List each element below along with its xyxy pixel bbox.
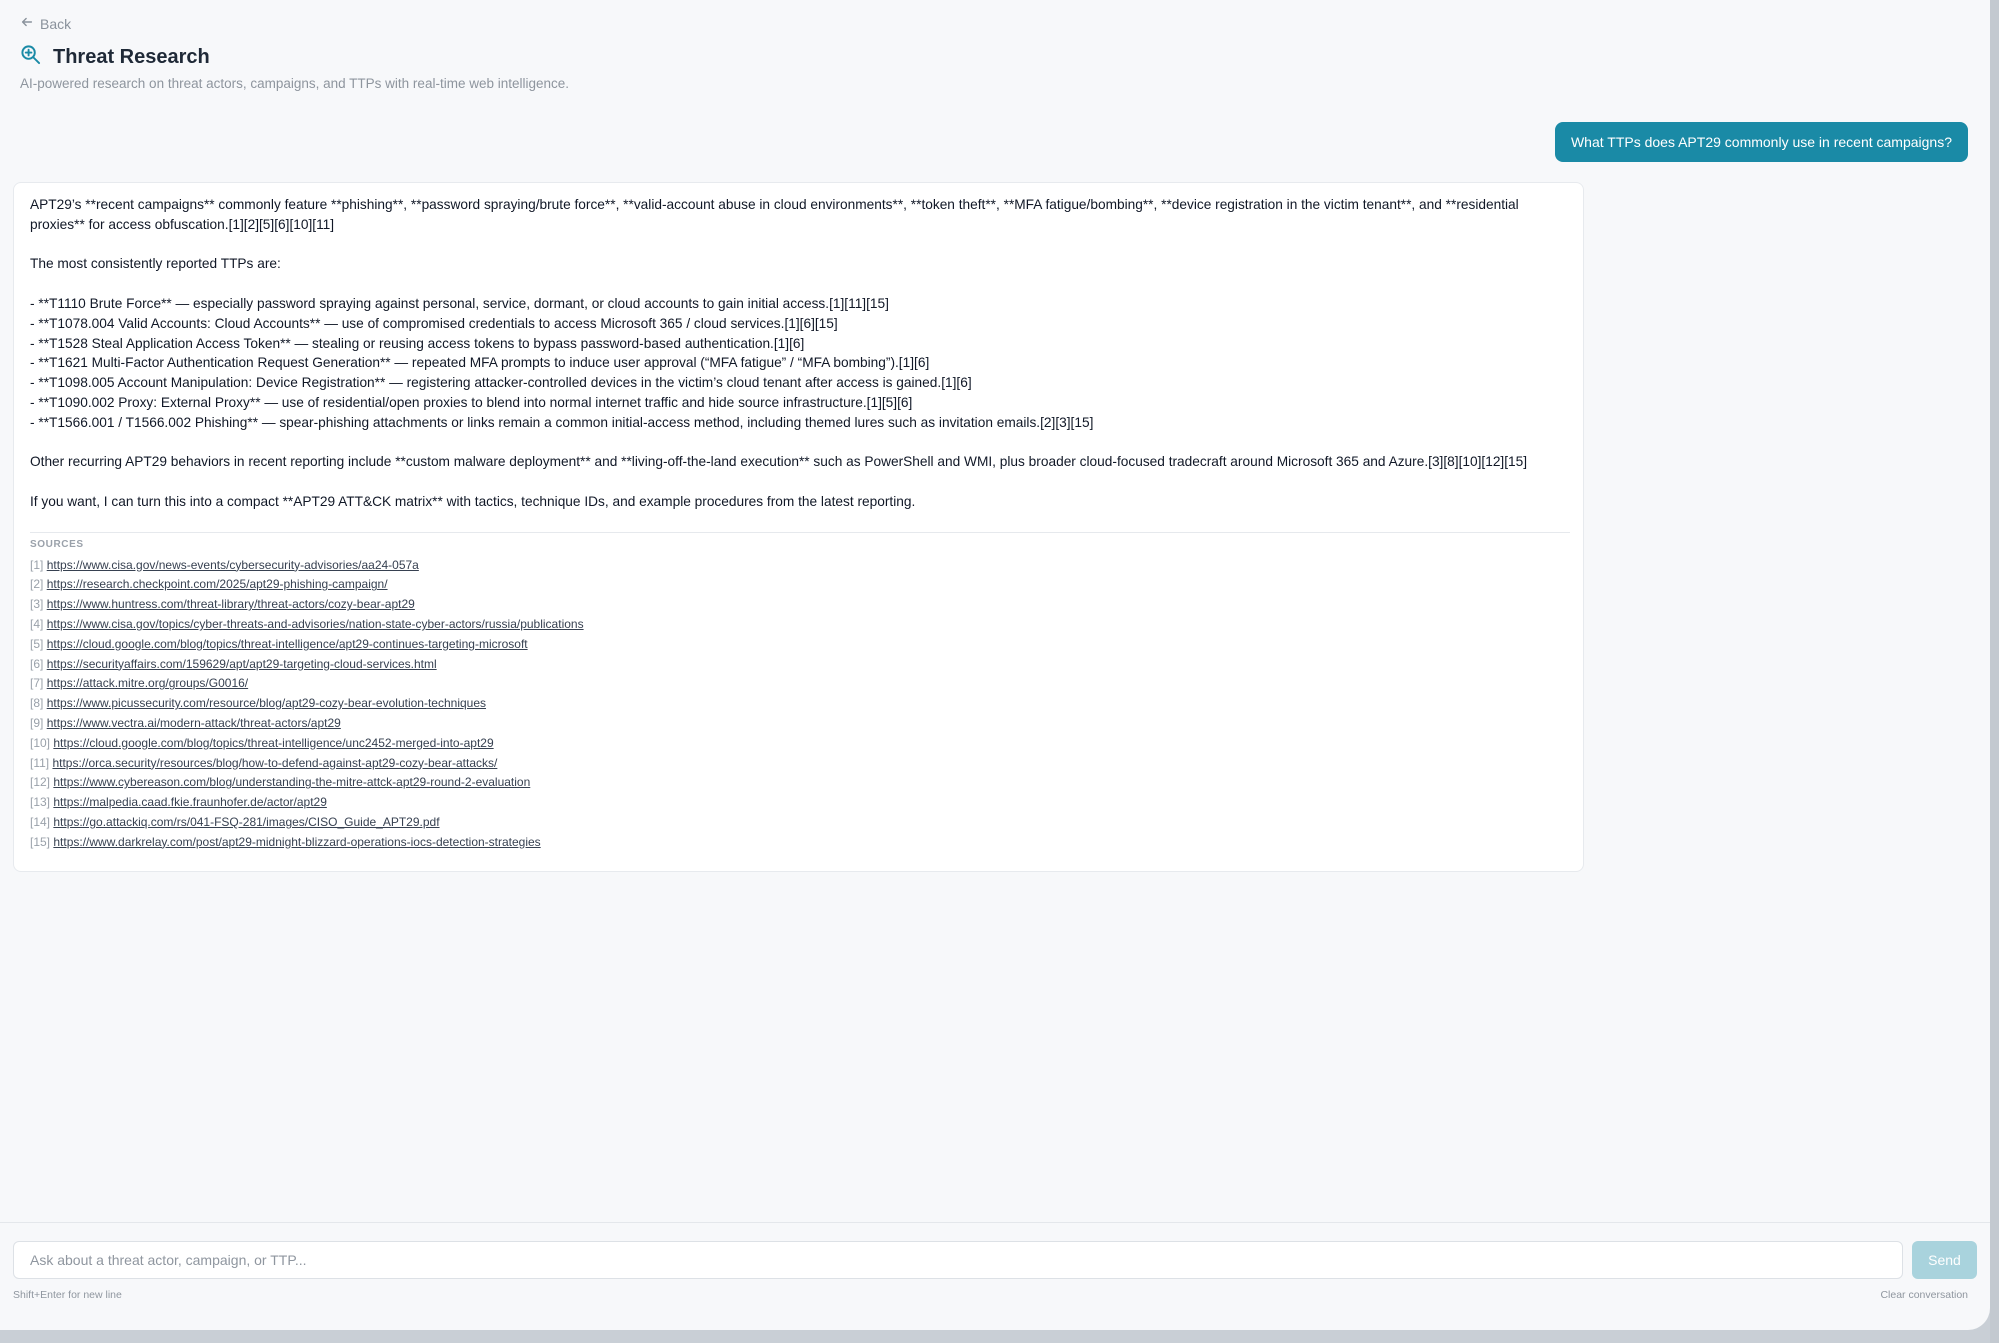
- back-link[interactable]: Back: [20, 15, 71, 32]
- page-header: Threat Research: [20, 44, 210, 70]
- source-link[interactable]: https://www.picussecurity.com/resource/b…: [47, 696, 486, 710]
- arrow-left-icon: [20, 15, 34, 32]
- ttp-item: - **T1078.004 Valid Accounts: Cloud Acco…: [30, 315, 838, 331]
- composer-divider: [0, 1222, 1990, 1223]
- source-link[interactable]: https://attack.mitre.org/groups/G0016/: [47, 676, 248, 690]
- chat-input[interactable]: [13, 1241, 1903, 1279]
- assistant-answer-card: APT29’s **recent campaigns** commonly fe…: [13, 182, 1584, 872]
- source-link[interactable]: https://www.cisa.gov/topics/cyber-threat…: [47, 617, 584, 631]
- source-number: [13]: [30, 795, 51, 810]
- source-number: [15]: [30, 834, 51, 849]
- user-message: What TTPs does APT29 commonly use in rec…: [1554, 122, 1968, 162]
- source-number: [2]: [30, 577, 44, 592]
- clear-conversation-button[interactable]: Clear conversation: [1880, 1289, 1968, 1301]
- threat-research-app: Back Threat Research AI-powered research…: [0, 0, 1990, 1330]
- page-title: Threat Research: [53, 45, 210, 68]
- source-number: [3]: [30, 597, 44, 612]
- source-number: [12]: [30, 775, 51, 790]
- source-item: [3] https://www.huntress.com/threat-libr…: [30, 595, 1567, 615]
- window-edge: [1990, 0, 1999, 1343]
- sources-divider: [30, 531, 1570, 533]
- source-item: [4] https://www.cisa.gov/topics/cyber-th…: [30, 615, 1567, 635]
- source-link[interactable]: https://www.darkrelay.com/post/apt29-mid…: [53, 835, 540, 849]
- source-item: [1] https://www.cisa.gov/news-events/cyb…: [30, 556, 1567, 576]
- ttp-list: - **T1110 Brute Force** — especially pas…: [30, 294, 1567, 433]
- source-link[interactable]: https://www.huntress.com/threat-library/…: [47, 597, 415, 611]
- source-number: [9]: [30, 715, 44, 730]
- source-item: [14] https://go.attackiq.com/rs/041-FSQ-…: [30, 813, 1567, 833]
- sources-label: SOURCES: [30, 538, 84, 550]
- source-link[interactable]: https://www.cisa.gov/news-events/cyberse…: [47, 558, 419, 572]
- back-label: Back: [40, 15, 72, 32]
- source-link[interactable]: https://orca.security/resources/blog/how…: [52, 756, 497, 770]
- source-link[interactable]: https://go.attackiq.com/rs/041-FSQ-281/i…: [53, 815, 439, 829]
- source-number: [14]: [30, 814, 51, 829]
- sources-list: [1] https://www.cisa.gov/news-events/cyb…: [30, 556, 1567, 853]
- source-number: [5]: [30, 636, 44, 651]
- source-link[interactable]: https://cloud.google.com/blog/topics/thr…: [47, 637, 528, 651]
- search-zoom-icon: [20, 44, 41, 70]
- page-subtitle: AI-powered research on threat actors, ca…: [20, 76, 570, 91]
- newline-hint: Shift+Enter for new line: [13, 1289, 122, 1301]
- source-item: [7] https://attack.mitre.org/groups/G001…: [30, 674, 1567, 694]
- source-item: [13] https://malpedia.caad.fkie.fraunhof…: [30, 793, 1567, 813]
- ttp-item: - **T1110 Brute Force** — especially pas…: [30, 295, 889, 311]
- source-number: [8]: [30, 696, 44, 711]
- ttp-item: - **T1528 Steal Application Access Token…: [30, 335, 805, 351]
- source-number: [11]: [30, 755, 50, 770]
- source-number: [6]: [30, 656, 44, 671]
- source-item: [12] https://www.cybereason.com/blog/und…: [30, 773, 1567, 793]
- source-link[interactable]: https://securityaffairs.com/159629/apt/a…: [47, 657, 437, 671]
- ttp-item: - **T1098.005 Account Manipulation: Devi…: [30, 375, 972, 391]
- source-item: [8] https://www.picussecurity.com/resour…: [30, 694, 1567, 714]
- source-number: [7]: [30, 676, 44, 691]
- source-link[interactable]: https://cloud.google.com/blog/topics/thr…: [53, 736, 493, 750]
- source-number: [4]: [30, 616, 44, 631]
- source-number: [10]: [30, 735, 51, 750]
- ttp-item: - **T1621 Multi-Factor Authentication Re…: [30, 355, 930, 371]
- ttp-item: - **T1566.001 / T1566.002 Phishing** — s…: [30, 414, 1094, 430]
- send-button[interactable]: Send: [1912, 1241, 1977, 1279]
- answer-body: APT29’s **recent campaigns** commonly fe…: [30, 195, 1567, 512]
- source-number: [1]: [30, 557, 44, 572]
- source-item: [6] https://securityaffairs.com/159629/a…: [30, 655, 1567, 675]
- answer-offer: If you want, I can turn this into a comp…: [30, 493, 916, 509]
- ttp-item: - **T1090.002 Proxy: External Proxy** — …: [30, 394, 913, 410]
- answer-other-behaviors: Other recurring APT29 behaviors in recen…: [30, 454, 1528, 470]
- source-item: [9] https://www.vectra.ai/modern-attack/…: [30, 714, 1567, 734]
- answer-intro: APT29’s **recent campaigns** commonly fe…: [30, 197, 1519, 232]
- source-item: [15] https://www.darkrelay.com/post/apt2…: [30, 833, 1567, 853]
- source-item: [11] https://orca.security/resources/blo…: [30, 754, 1567, 774]
- answer-lead: The most consistently reported TTPs are:: [30, 256, 281, 272]
- source-item: [2] https://research.checkpoint.com/2025…: [30, 575, 1567, 595]
- source-link[interactable]: https://malpedia.caad.fkie.fraunhofer.de…: [53, 795, 327, 809]
- source-link[interactable]: https://www.vectra.ai/modern-attack/thre…: [47, 716, 341, 730]
- source-link[interactable]: https://research.checkpoint.com/2025/apt…: [47, 577, 388, 591]
- source-item: [10] https://cloud.google.com/blog/topic…: [30, 734, 1567, 754]
- source-item: [5] https://cloud.google.com/blog/topics…: [30, 635, 1567, 655]
- source-link[interactable]: https://www.cybereason.com/blog/understa…: [53, 775, 530, 789]
